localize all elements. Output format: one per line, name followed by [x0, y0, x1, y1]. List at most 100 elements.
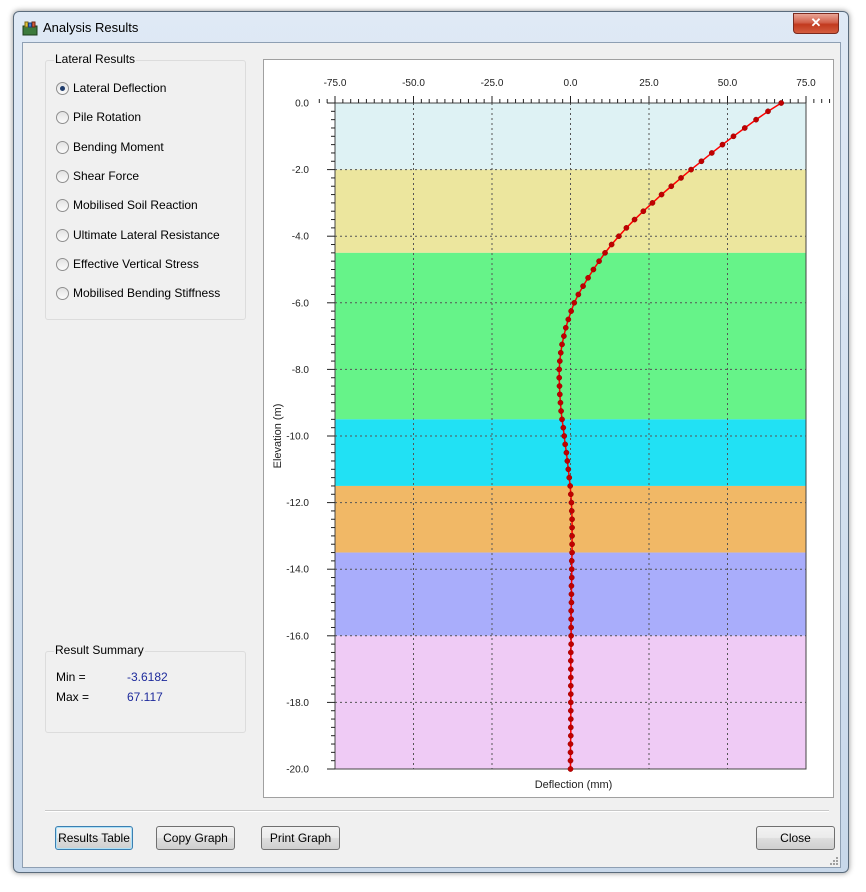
deflection-data-point: [562, 324, 569, 331]
close-button[interactable]: Close: [756, 826, 835, 850]
deflection-data-point: [688, 166, 694, 173]
radio-unchecked-icon[interactable]: [56, 199, 69, 213]
y-tick-label: -14.0: [286, 565, 309, 576]
x-tick-label: 50.0: [718, 78, 738, 89]
deflection-data-point: [568, 566, 575, 573]
deflection-data-point: [562, 441, 569, 448]
deflection-data-point: [568, 632, 574, 639]
deflection-data-point: [557, 349, 564, 356]
window-close-button[interactable]: ✕: [793, 13, 839, 34]
print-graph-button[interactable]: Print Graph: [261, 826, 340, 850]
y-tick-label: -10.0: [286, 432, 309, 443]
y-tick-label: -2.0: [292, 165, 310, 176]
y-tick-label: -12.0: [286, 498, 309, 509]
radio-label: Bending Moment: [73, 139, 164, 154]
deflection-data-point: [567, 657, 574, 664]
deflection-data-point: [567, 766, 574, 772]
radio-label: Mobilised Soil Reaction: [73, 198, 198, 213]
y-tick-label: -8.0: [292, 365, 310, 376]
deflection-data-point: [563, 449, 570, 456]
deflection-data-point: [568, 616, 574, 623]
deflection-data-point: [753, 116, 759, 123]
x-axis-title: Deflection (mm): [535, 779, 613, 791]
radio-dot-icon: [60, 86, 65, 91]
radio-label: Effective Vertical Stress: [73, 256, 199, 271]
deflection-data-point: [568, 308, 574, 314]
deflection-data-point: [561, 333, 567, 339]
x-tick-label: 75.0: [796, 78, 816, 89]
deflection-data-point: [569, 516, 575, 523]
radio-unchecked-icon[interactable]: [56, 169, 69, 183]
radio-checked-icon[interactable]: [56, 82, 69, 95]
deflection-data-point: [567, 483, 574, 489]
deflection-data-point: [567, 716, 574, 722]
deflection-data-point: [556, 358, 563, 364]
deflection-data-point: [623, 225, 630, 231]
deflection-data-point: [568, 499, 575, 506]
deflection-data-point: [569, 541, 575, 548]
deflection-data-point: [567, 491, 574, 498]
graph-panel: -75.0 -50.0 -25.0 0.0 25.0 50.0 75.0 0.0 -2.0 -4.…: [263, 59, 854, 798]
deflection-data-point: [565, 466, 572, 473]
deflection-data-point: [569, 549, 575, 556]
deflection-data-point: [602, 250, 608, 256]
deflection-data-point: [566, 474, 573, 481]
radio-unchecked-icon[interactable]: [56, 111, 69, 125]
deflection-data-point: [565, 316, 572, 323]
min-label: Min =: [56, 670, 86, 684]
max-value: 67.117: [127, 690, 163, 704]
deflection-data-point: [568, 583, 575, 589]
deflection-data-point: [567, 691, 574, 697]
y-tick-label: -4.0: [292, 232, 310, 243]
deflection-data-point: [568, 607, 574, 614]
deflection-data-point: [556, 383, 563, 389]
deflection-data-point: [567, 649, 574, 656]
deflection-data-point: [564, 458, 571, 464]
deflection-data-point: [568, 591, 575, 598]
deflection-data-point: [608, 241, 615, 248]
button-separator: [45, 810, 829, 812]
deflection-data-point: [567, 682, 574, 689]
lateral-results-title: Lateral Results: [54, 52, 137, 66]
deflection-data-point: [568, 641, 574, 647]
radio-unchecked-icon[interactable]: [56, 140, 69, 154]
deflection-data-point: [556, 391, 563, 398]
x-tick-label: -25.0: [481, 78, 504, 89]
window-title: Analysis Results: [43, 20, 139, 35]
analysis-results-window: Analysis Results ✕ Lateral Results Later…: [13, 11, 854, 873]
radio-label: Pile Rotation: [73, 110, 142, 125]
x-tick-label: -75.0: [324, 78, 347, 89]
deflection-data-point: [567, 699, 574, 706]
deflection-data-point: [567, 741, 574, 747]
deflection-data-point: [616, 233, 622, 240]
copy-graph-button[interactable]: Copy Graph: [156, 826, 235, 850]
title-bar[interactable]: Analysis Results ✕: [14, 12, 848, 42]
radio-unchecked-icon[interactable]: [56, 228, 69, 242]
deflection-data-point: [698, 158, 705, 165]
deflection-data-point: [567, 674, 574, 681]
deflection-data-point: [568, 574, 575, 581]
resize-grip-icon[interactable]: [828, 855, 838, 865]
deflection-data-point: [575, 291, 582, 298]
radio-label: Ultimate Lateral Resistance: [73, 227, 220, 242]
deflection-data-point: [741, 125, 748, 131]
deflection-data-point: [567, 757, 574, 764]
min-value: -3.6182: [127, 670, 168, 684]
app-icon: [22, 21, 38, 36]
results-table-button[interactable]: Results Table: [55, 826, 133, 850]
result-summary-group: Result Summary Min = -3.6182 Max = 67.11…: [45, 643, 246, 733]
deflection-data-point: [556, 374, 563, 381]
deflection-data-point: [561, 433, 568, 439]
deflection-data-point: [569, 524, 575, 531]
deflection-data-point: [569, 533, 575, 539]
y-tick-label: -6.0: [292, 298, 310, 309]
radio-unchecked-icon[interactable]: [56, 257, 69, 271]
result-summary-title: Result Summary: [54, 643, 145, 657]
x-tick-label: 0.0: [564, 78, 578, 89]
deflection-data-point: [568, 508, 575, 514]
max-label: Max =: [56, 690, 90, 704]
deflection-data-point: [765, 108, 771, 115]
deflection-data-point: [596, 258, 602, 265]
y-tick-label: 0.0: [295, 99, 309, 110]
radio-unchecked-icon[interactable]: [56, 287, 69, 301]
